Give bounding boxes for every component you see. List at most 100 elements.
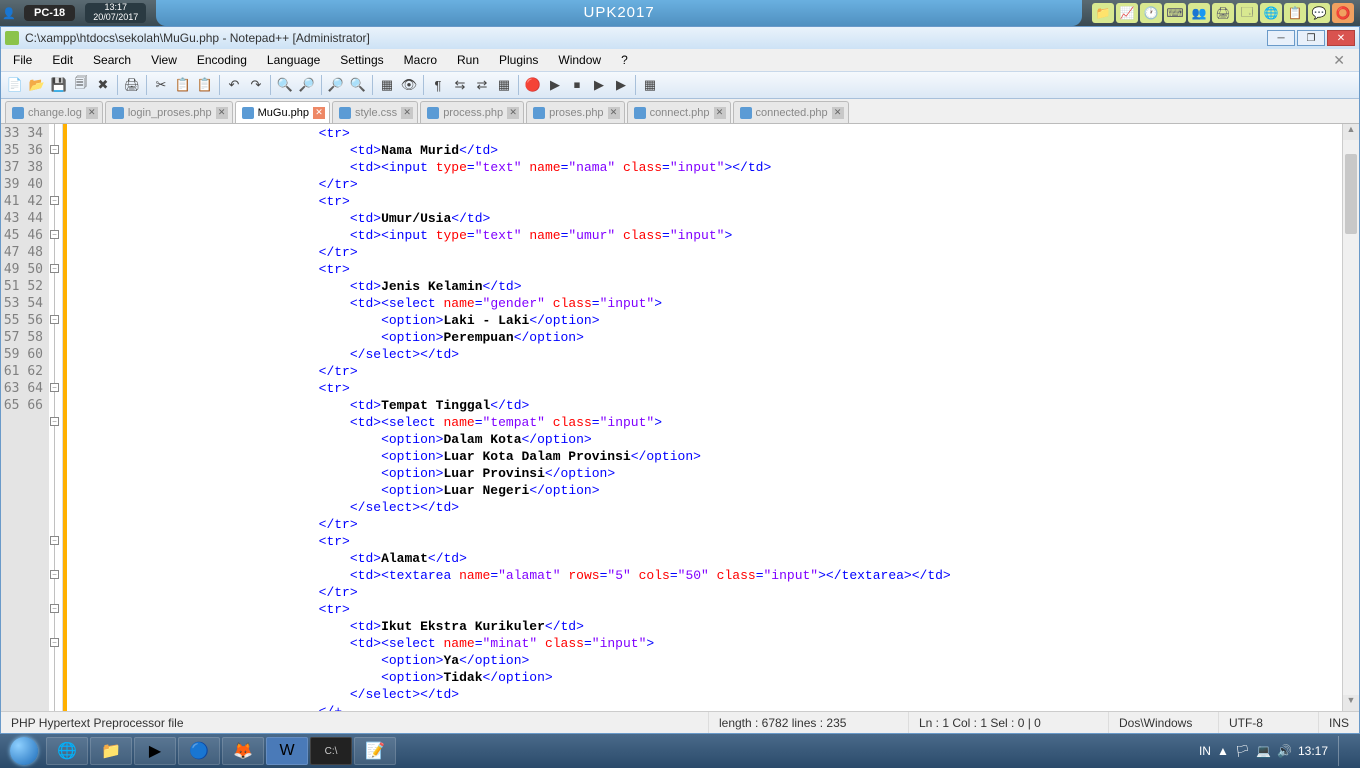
file-tab[interactable]: connected.php✕ (733, 101, 849, 123)
menu-plugins[interactable]: Plugins (491, 51, 546, 69)
fold-toggle[interactable]: − (50, 417, 59, 426)
file-tab[interactable]: process.php✕ (420, 101, 524, 123)
toolbar-button[interactable]: 📋 (195, 75, 215, 95)
scrollbar-thumb[interactable] (1345, 154, 1357, 234)
tray-chevron-up-icon[interactable]: ▲ (1217, 744, 1229, 758)
toolbar-button[interactable]: 🔎 (297, 75, 317, 95)
toolbar-button[interactable]: ▶ (545, 75, 565, 95)
tab-close-icon[interactable]: ✕ (401, 107, 413, 119)
tray-icon[interactable]: 🌐 (1260, 3, 1282, 23)
taskbar-app-media[interactable]: ▶ (134, 737, 176, 765)
menu-file[interactable]: File (5, 51, 40, 69)
menu-view[interactable]: View (143, 51, 185, 69)
file-tab[interactable]: login_proses.php✕ (105, 101, 233, 123)
scroll-down-icon[interactable]: ▼ (1343, 695, 1359, 711)
tab-close-icon[interactable]: ✕ (313, 107, 325, 119)
toolbar-button[interactable]: 💾 (49, 75, 69, 95)
tray-flag-icon[interactable]: 🏳 (1235, 744, 1250, 758)
menu-search[interactable]: Search (85, 51, 139, 69)
toolbar-button[interactable]: ⇆ (450, 75, 470, 95)
file-tab[interactable]: style.css✕ (332, 101, 418, 123)
toolbar-button[interactable]: 🔴 (523, 75, 543, 95)
toolbar-button[interactable]: 🔍 (275, 75, 295, 95)
file-tab[interactable]: proses.php✕ (526, 101, 624, 123)
toolbar-button[interactable]: ▦ (640, 75, 660, 95)
file-tab[interactable]: change.log✕ (5, 101, 103, 123)
taskbar-app-chrome[interactable]: 🔵 (178, 737, 220, 765)
editor[interactable]: 33 34 35 36 37 38 39 40 41 42 43 44 45 4… (1, 123, 1359, 711)
toolbar-button[interactable]: ⇄ (472, 75, 492, 95)
fold-toggle[interactable]: − (50, 264, 59, 273)
toolbar-button[interactable]: 🔎 (326, 75, 346, 95)
menu-window[interactable]: Window (550, 51, 609, 69)
toolbar-button[interactable]: 🔍 (348, 75, 368, 95)
toolbar-button[interactable]: 📂 (27, 75, 47, 95)
toolbar-button[interactable]: ✖ (93, 75, 113, 95)
tab-close-icon[interactable]: ✕ (608, 107, 620, 119)
scroll-up-icon[interactable]: ▲ (1343, 124, 1359, 140)
menu-macro[interactable]: Macro (396, 51, 445, 69)
minimize-button[interactable]: ─ (1267, 30, 1295, 46)
file-tab[interactable]: MuGu.php✕ (235, 101, 330, 123)
start-button[interactable] (4, 736, 44, 766)
fold-toggle[interactable]: − (50, 536, 59, 545)
toolbar-button[interactable]: ▦ (377, 75, 397, 95)
tray-icon[interactable]: 📈 (1116, 3, 1138, 23)
tray-icon[interactable]: ⭕ (1332, 3, 1354, 23)
menu-edit[interactable]: Edit (44, 51, 81, 69)
close-button[interactable]: ✕ (1327, 30, 1355, 46)
fold-toggle[interactable]: − (50, 570, 59, 579)
taskbar-app-word[interactable]: W (266, 737, 308, 765)
fold-toggle[interactable]: − (50, 230, 59, 239)
menu-language[interactable]: Language (259, 51, 328, 69)
tray-icon[interactable]: 📋 (1284, 3, 1306, 23)
taskbar-app-cmd[interactable]: C:\ (310, 737, 352, 765)
tray-icon[interactable]: 🖨 (1212, 3, 1234, 23)
toolbar-button[interactable]: ¶ (428, 75, 448, 95)
toolbar-button[interactable]: 📋 (173, 75, 193, 95)
vertical-scrollbar[interactable]: ▲ ▼ (1342, 124, 1359, 711)
tray-icon[interactable]: 📁 (1092, 3, 1114, 23)
taskbar-app-notepadpp[interactable]: 📝 (354, 737, 396, 765)
toolbar-button[interactable]: ✂ (151, 75, 171, 95)
menu-run[interactable]: Run (449, 51, 487, 69)
taskbar-app-ie[interactable]: 🌐 (46, 737, 88, 765)
fold-toggle[interactable]: − (50, 604, 59, 613)
toolbar-button[interactable]: ▶ (611, 75, 631, 95)
menu-settings[interactable]: Settings (332, 51, 391, 69)
tab-close-icon[interactable]: ✕ (832, 107, 844, 119)
tab-close-icon[interactable]: ✕ (216, 107, 228, 119)
fold-toggle[interactable]: − (50, 315, 59, 324)
toolbar-button[interactable]: ⏹ (567, 75, 587, 95)
taskbar-app-explorer[interactable]: 📁 (90, 737, 132, 765)
tray-network-icon[interactable]: 💻 (1256, 744, 1271, 758)
fold-toggle[interactable]: − (50, 145, 59, 154)
menu-help[interactable]: ? (613, 51, 636, 69)
menubar-close-icon[interactable]: ✕ (1325, 50, 1355, 71)
fold-toggle[interactable]: − (50, 383, 59, 392)
fold-toggle[interactable]: − (50, 638, 59, 647)
tray-icon[interactable]: 👥 (1188, 3, 1210, 23)
toolbar-button[interactable]: 🗐 (71, 75, 91, 95)
toolbar-button[interactable]: 👁 (399, 75, 419, 95)
taskbar-clock[interactable]: 13:17 (1298, 744, 1328, 758)
fold-toggle[interactable]: − (50, 196, 59, 205)
tray-icon[interactable]: 🕐 (1140, 3, 1162, 23)
tray-volume-icon[interactable]: 🔊 (1277, 744, 1292, 758)
toolbar-button[interactable]: 📄 (5, 75, 25, 95)
taskbar-lang[interactable]: IN (1199, 744, 1211, 758)
code-area[interactable]: <tr> <td>Nama Murid</td> <td><input type… (67, 124, 1342, 711)
toolbar-button[interactable]: ↶ (224, 75, 244, 95)
file-tab[interactable]: connect.php✕ (627, 101, 731, 123)
menu-encoding[interactable]: Encoding (189, 51, 255, 69)
taskbar-app-firefox[interactable]: 🦊 (222, 737, 264, 765)
toolbar-button[interactable]: 🖨 (122, 75, 142, 95)
maximize-button[interactable]: ❐ (1297, 30, 1325, 46)
toolbar-button[interactable]: ▶ (589, 75, 609, 95)
tray-icon[interactable]: ⌨ (1164, 3, 1186, 23)
tab-close-icon[interactable]: ✕ (714, 107, 726, 119)
tab-close-icon[interactable]: ✕ (507, 107, 519, 119)
toolbar-button[interactable]: ▦ (494, 75, 514, 95)
tray-icon[interactable]: 🗔 (1236, 3, 1258, 23)
show-desktop-button[interactable] (1338, 736, 1348, 766)
